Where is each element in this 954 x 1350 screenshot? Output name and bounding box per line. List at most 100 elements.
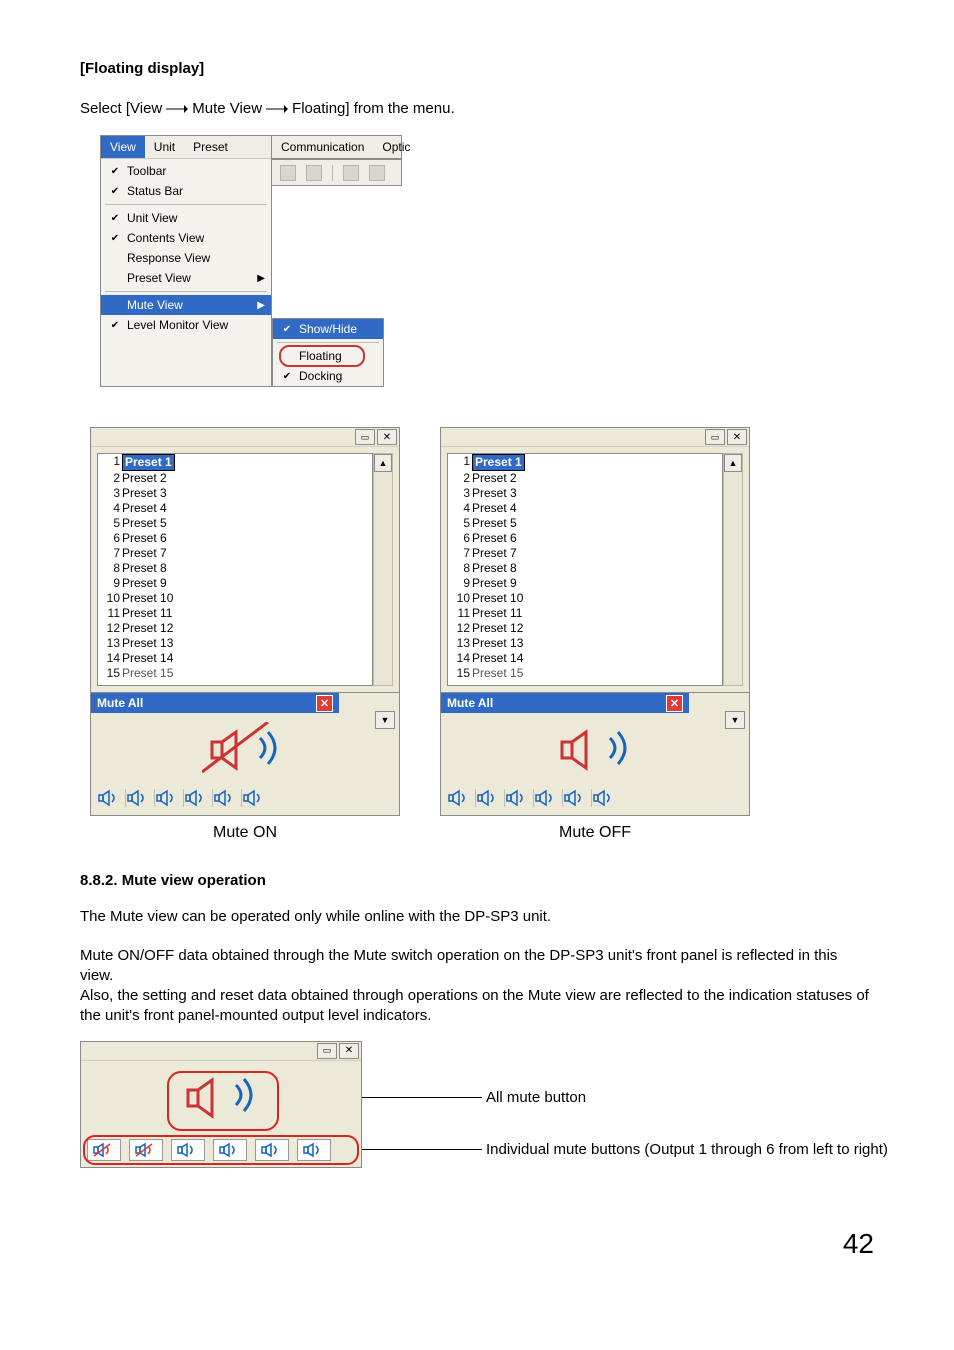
list-item[interactable]: 14Preset 14 — [448, 651, 722, 666]
menu-item-levelmonitor[interactable]: Level Monitor View — [101, 315, 271, 335]
list-item[interactable]: 14Preset 14 — [98, 651, 372, 666]
menu-communication[interactable]: Communication — [272, 136, 373, 158]
mute-ch-button[interactable] — [297, 1139, 331, 1161]
mute-ch-button[interactable] — [476, 789, 505, 807]
list-item[interactable]: 6Preset 6 — [98, 531, 372, 546]
sound-waves-icon — [256, 726, 284, 775]
list-item[interactable]: 12Preset 12 — [98, 621, 372, 636]
close-icon[interactable]: ✕ — [727, 429, 747, 445]
scrollbar[interactable]: ▲ — [723, 453, 743, 686]
tool-icon[interactable] — [343, 165, 359, 181]
mute-ch-button[interactable] — [126, 789, 155, 807]
list-item[interactable]: 13Preset 13 — [448, 636, 722, 651]
mute-ch-button[interactable] — [184, 789, 213, 807]
mute-all-button[interactable] — [206, 726, 284, 775]
mute-all-button[interactable] — [182, 1073, 260, 1122]
close-icon[interactable]: ✕ — [339, 1043, 359, 1059]
mute-ch-button[interactable] — [97, 789, 126, 807]
mute-ch-button[interactable] — [129, 1139, 163, 1161]
scroll-up-icon[interactable]: ▲ — [724, 454, 742, 472]
list-item[interactable]: 9Preset 9 — [98, 576, 372, 591]
list-item[interactable]: 7Preset 7 — [98, 546, 372, 561]
scroll-up-icon[interactable]: ▲ — [374, 454, 392, 472]
list-item[interactable]: 2Preset 2 — [448, 471, 722, 486]
mute-ch-button[interactable] — [563, 789, 592, 807]
submenu-showhide[interactable]: Show/Hide — [273, 319, 383, 339]
submenu-arrow-icon: ▶ — [257, 300, 265, 311]
subsection-heading: 8.8.2. Mute view operation — [80, 872, 874, 889]
mute-ch-button[interactable] — [213, 1139, 247, 1161]
menu-preset[interactable]: Preset — [184, 136, 237, 158]
mute-ch-button[interactable] — [255, 1139, 289, 1161]
list-item[interactable]: 1Preset 1 — [98, 454, 372, 471]
check-icon — [109, 212, 121, 224]
list-item[interactable]: 4Preset 4 — [98, 501, 372, 516]
scroll-down-icon[interactable]: ▼ — [725, 711, 745, 729]
list-item[interactable]: 13Preset 13 — [98, 636, 372, 651]
tool-icon[interactable] — [306, 165, 322, 181]
menu-item-contentsview[interactable]: Contents View — [101, 228, 271, 248]
restore-icon[interactable] — [317, 1043, 337, 1059]
mute-ch-button[interactable] — [534, 789, 563, 807]
submenu-floating[interactable]: Floating — [273, 346, 383, 366]
menu-item-responseview[interactable]: Response View — [101, 248, 271, 268]
list-item[interactable]: 11Preset 11 — [448, 606, 722, 621]
close-icon[interactable]: ✕ — [377, 429, 397, 445]
list-item[interactable]: 15Preset 15 — [448, 666, 722, 681]
scroll-down-icon[interactable]: ▼ — [375, 711, 395, 729]
menu-bar-right: Communication Optic — [272, 135, 402, 159]
menu-view[interactable]: View — [101, 136, 145, 158]
tool-icon[interactable] — [369, 165, 385, 181]
menu-separator — [105, 291, 267, 292]
list-item[interactable]: 11Preset 11 — [98, 606, 372, 621]
list-item[interactable]: 7Preset 7 — [448, 546, 722, 561]
list-item[interactable]: 5Preset 5 — [448, 516, 722, 531]
menu-item-toolbar[interactable]: Toolbar — [101, 161, 271, 181]
list-item[interactable]: 8Preset 8 — [448, 561, 722, 576]
menu-unit[interactable]: Unit — [145, 136, 184, 158]
list-item[interactable]: 10Preset 10 — [98, 591, 372, 606]
tool-icon[interactable] — [280, 165, 296, 181]
mute-ch-button[interactable] — [213, 789, 242, 807]
list-item[interactable]: 9Preset 9 — [448, 576, 722, 591]
sound-waves-icon — [232, 1073, 260, 1122]
mute-ch-button[interactable] — [155, 789, 184, 807]
list-item[interactable]: 2Preset 2 — [98, 471, 372, 486]
scrollbar[interactable]: ▲ — [373, 453, 393, 686]
restore-icon[interactable] — [355, 429, 375, 445]
menu-item-unitview[interactable]: Unit View — [101, 208, 271, 228]
check-icon — [109, 165, 121, 177]
submenu-docking[interactable]: Docking — [273, 366, 383, 386]
mute-ch-button[interactable] — [87, 1139, 121, 1161]
close-icon[interactable]: ✕ — [666, 695, 683, 712]
mute-ch-button[interactable] — [242, 789, 270, 807]
close-icon[interactable]: ✕ — [316, 695, 333, 712]
list-item[interactable]: 15Preset 15 — [98, 666, 372, 681]
list-item[interactable]: 6Preset 6 — [448, 531, 722, 546]
menu-item-statusbar[interactable]: Status Bar — [101, 181, 271, 201]
menu-optic[interactable]: Optic — [373, 136, 419, 158]
mute-ch-button[interactable] — [505, 789, 534, 807]
list-item[interactable]: 4Preset 4 — [448, 501, 722, 516]
list-item[interactable]: 10Preset 10 — [448, 591, 722, 606]
menu-screenshot: View Unit Preset Toolbar Status Bar Unit… — [100, 135, 874, 387]
mute-all-titlebar[interactable]: Mute All ✕ — [441, 693, 689, 713]
restore-icon[interactable] — [705, 429, 725, 445]
list-item[interactable]: 5Preset 5 — [98, 516, 372, 531]
preset-list[interactable]: 1Preset 1 2Preset 2 3Preset 3 4Preset 4 … — [97, 453, 373, 686]
list-item[interactable]: 3Preset 3 — [448, 486, 722, 501]
mute-ch-button[interactable] — [447, 789, 476, 807]
preset-list[interactable]: 1Preset 1 2Preset 2 3Preset 3 4Preset 4 … — [447, 453, 723, 686]
list-item[interactable]: 3Preset 3 — [98, 486, 372, 501]
mute-all-button[interactable] — [556, 726, 634, 775]
panel-mute-off: ✕ 1Preset 1 2Preset 2 3Preset 3 4Preset … — [440, 427, 750, 816]
menu-item-muteview[interactable]: Mute View▶ — [101, 295, 271, 315]
list-item[interactable]: 8Preset 8 — [98, 561, 372, 576]
mute-ch-button[interactable] — [592, 789, 620, 807]
mute-all-titlebar[interactable]: Mute All ✕ — [91, 693, 339, 713]
list-item[interactable]: 12Preset 12 — [448, 621, 722, 636]
mute-ch-button[interactable] — [171, 1139, 205, 1161]
list-item[interactable]: 1Preset 1 — [448, 454, 722, 471]
menu-item-presetview[interactable]: Preset View▶ — [101, 268, 271, 288]
callout-line — [362, 1097, 482, 1098]
